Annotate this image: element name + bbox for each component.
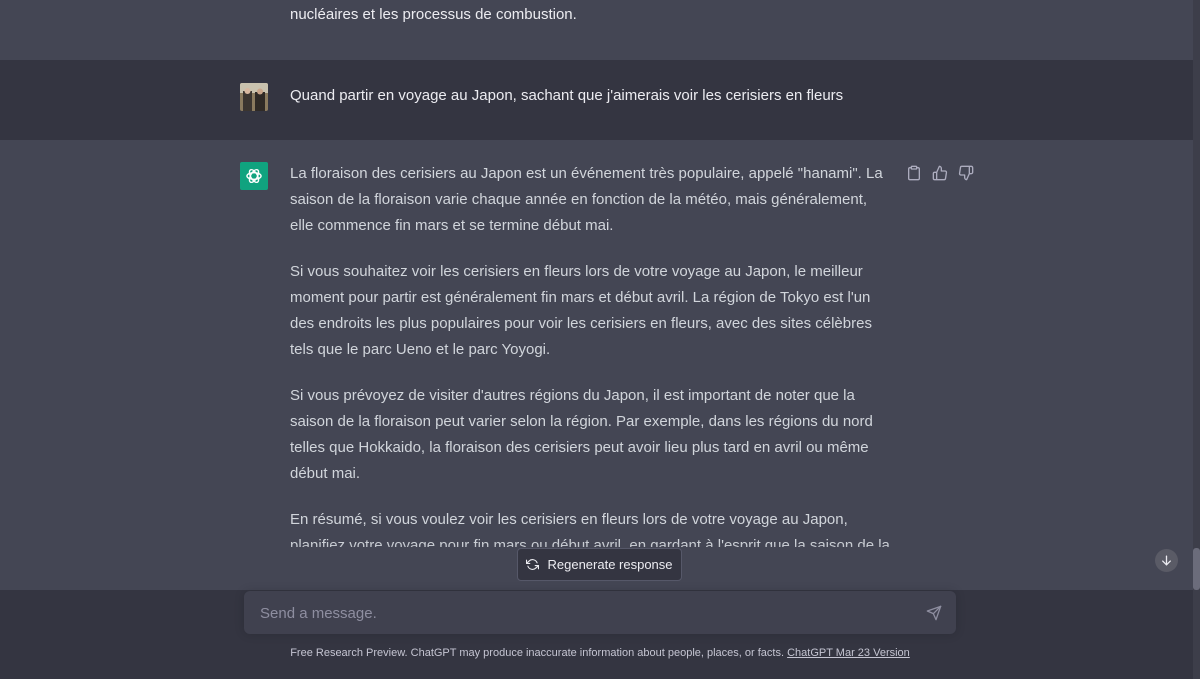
scroll-to-bottom-button[interactable] xyxy=(1155,549,1178,572)
user-avatar xyxy=(240,83,268,111)
answer-paragraph: Si vous souhaitez voir les cerisiers en … xyxy=(290,263,872,358)
copy-icon[interactable] xyxy=(906,165,922,181)
send-icon[interactable] xyxy=(926,605,942,621)
thumbs-down-icon[interactable] xyxy=(958,165,974,181)
thumbs-up-icon[interactable] xyxy=(932,165,948,181)
message-input-container xyxy=(244,591,956,636)
footer-text: Free Research Preview. ChatGPT may produ… xyxy=(290,647,785,659)
assistant-message-text: La floraison des cerisiers au Japon est … xyxy=(290,161,890,547)
regenerate-response-button[interactable]: Regenerate response xyxy=(517,548,682,581)
refresh-icon xyxy=(526,559,540,570)
previous-message-text: nucléaires et les processus de combustio… xyxy=(290,6,577,23)
user-message-text: Quand partir en voyage au Japon, sachant… xyxy=(290,87,844,104)
chatgpt-logo-icon xyxy=(240,162,268,190)
previous-assistant-message: nucléaires et les processus de combustio… xyxy=(0,0,1193,60)
answer-paragraph: Si vous prévoyez de visiter d'autres rég… xyxy=(290,387,873,482)
arrow-down-icon xyxy=(1162,555,1171,566)
answer-paragraph: La floraison des cerisiers au Japon est … xyxy=(290,165,883,234)
version-link[interactable]: ChatGPT Mar 23 Version xyxy=(787,647,910,659)
scrollbar-thumb[interactable] xyxy=(1193,548,1200,590)
regenerate-label: Regenerate response xyxy=(547,557,673,572)
message-input[interactable] xyxy=(258,591,902,636)
footer-disclaimer: Free Research Preview. ChatGPT may produ… xyxy=(0,647,1200,659)
message-actions xyxy=(906,165,974,181)
